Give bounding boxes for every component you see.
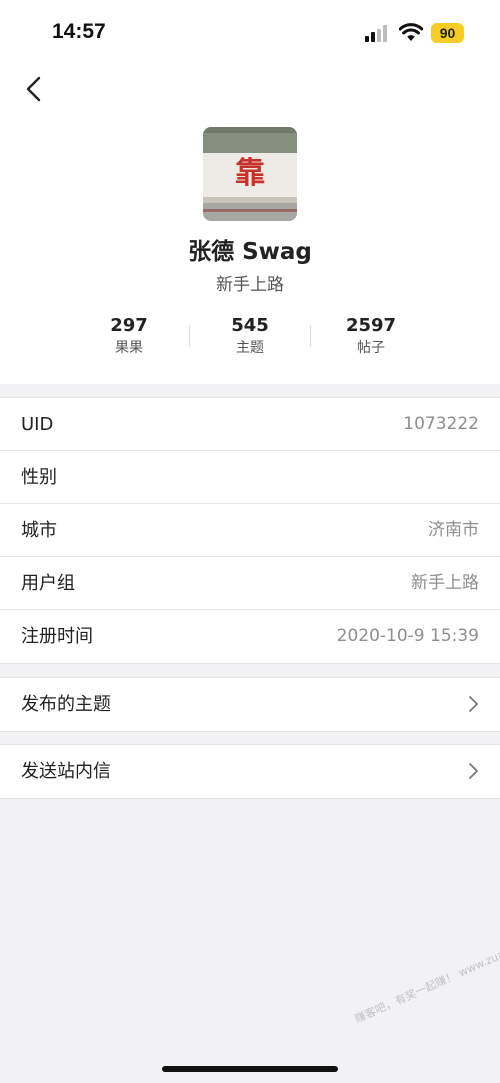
stat-value: 545	[231, 315, 269, 336]
profile-name: 张德 Swag	[188, 239, 312, 265]
info-row-register-time: 注册时间 2020-10-9 15:39	[0, 610, 500, 663]
signal-icon	[365, 25, 387, 42]
profile-level: 新手上路	[216, 275, 284, 295]
status-bar: 14:57 90	[0, 0, 500, 66]
stat-label: 主题	[236, 340, 264, 356]
home-indicator[interactable]	[162, 1066, 338, 1072]
stat-label: 果果	[115, 340, 143, 356]
stat-label: 帖子	[357, 340, 385, 356]
info-section: UID 1073222 性别 城市 济南市 用户组 新手上路 注册时间 2020…	[0, 397, 500, 664]
send-message-label: 发送站内信	[21, 761, 111, 782]
avatar[interactable]: 靠	[203, 127, 297, 221]
posted-topics-section: 发布的主题	[0, 677, 500, 732]
stat-topics[interactable]: 545 主题	[190, 315, 310, 358]
status-time: 14:57	[52, 20, 106, 43]
wifi-icon	[399, 23, 423, 41]
info-value: 1073222	[403, 414, 479, 434]
stat-posts[interactable]: 2597 帖子	[311, 315, 431, 358]
info-label: 注册时间	[21, 626, 93, 647]
watermark: 赚客吧，有奖一起赚！ www.zuanke8.com	[352, 925, 500, 1026]
chevron-right-icon	[469, 763, 478, 779]
info-value: 济南市	[428, 520, 479, 540]
info-value: 新手上路	[411, 573, 479, 593]
info-label: 城市	[21, 520, 57, 541]
chevron-right-icon	[469, 696, 478, 712]
avatar-glyph: 靠	[235, 156, 265, 191]
info-row-user-group: 用户组 新手上路	[0, 557, 500, 610]
info-value: 2020-10-9 15:39	[336, 626, 479, 646]
back-button[interactable]	[18, 72, 52, 106]
info-row-gender: 性别	[0, 451, 500, 504]
posted-topics-button[interactable]: 发布的主题	[0, 678, 500, 731]
chevron-left-icon	[26, 76, 41, 102]
stat-guoguo[interactable]: 297 果果	[69, 315, 189, 358]
battery-icon: 90	[431, 23, 464, 43]
posted-topics-label: 发布的主题	[21, 694, 111, 715]
stat-value: 297	[110, 315, 148, 336]
info-label: 性别	[21, 467, 57, 488]
info-label: UID	[21, 414, 54, 435]
send-message-section: 发送站内信	[0, 744, 500, 799]
info-row-uid: UID 1073222	[0, 398, 500, 451]
info-label: 用户组	[21, 573, 75, 594]
send-message-button[interactable]: 发送站内信	[0, 745, 500, 798]
stat-value: 2597	[345, 315, 397, 336]
info-row-city: 城市 济南市	[0, 504, 500, 557]
avatar-image: 靠	[203, 127, 297, 221]
